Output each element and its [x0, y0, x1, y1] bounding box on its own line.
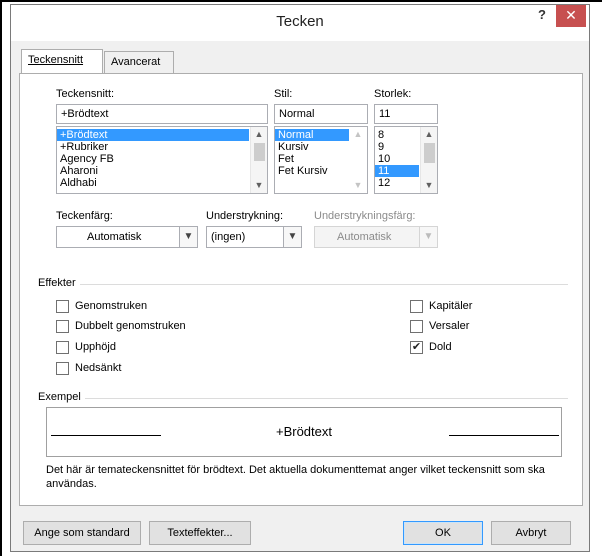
size-label: Storlek: — [374, 88, 412, 100]
underline-label: Understrykning: — [206, 210, 284, 222]
font-list[interactable]: +Brödtext +Rubriker Agency FB Aharoni Al… — [56, 126, 268, 194]
strikethrough-label: Genomstruken — [75, 300, 148, 312]
cancel-button[interactable]: Avbryt — [491, 521, 571, 545]
size-list[interactable]: 8 9 10 11 12 ▲ ▼ — [374, 126, 438, 194]
hidden-checkbox[interactable]: ✔ — [410, 341, 423, 354]
size-list-item[interactable]: 11 — [375, 165, 419, 177]
font-list-item[interactable]: +Rubriker — [57, 141, 267, 153]
preview-divider — [40, 398, 568, 399]
underline-color-select: Automatisk ▼ — [314, 226, 438, 248]
font-input[interactable]: +Brödtext — [56, 104, 268, 124]
preview-box: +Brödtext — [46, 407, 562, 457]
style-label: Stil: — [274, 88, 293, 100]
chevron-down-icon[interactable]: ▼ — [283, 227, 301, 247]
effects-title: Effekter — [38, 277, 80, 289]
size-input[interactable]: 11 — [374, 104, 438, 124]
font-color-value: Automatisk — [87, 231, 142, 243]
help-button[interactable]: ? — [531, 7, 553, 27]
chevron-down-icon[interactable]: ▼ — [179, 227, 197, 247]
tab-advanced-label: Avancerat — [111, 56, 161, 68]
set-default-button[interactable]: Ange som standard — [23, 521, 141, 545]
font-dialog: Tecken ? ✕ Teckensnitt Avancerat Teckens… — [10, 4, 590, 552]
underline-select[interactable]: (ingen) ▼ — [206, 226, 302, 248]
preview-baseline-right — [449, 435, 559, 436]
tab-font[interactable]: Teckensnitt — [21, 49, 103, 73]
font-label: Teckensnitt: — [56, 88, 115, 100]
outer-top-border — [0, 0, 602, 2]
underline-color-label: Understrykningsfärg: — [314, 210, 416, 222]
style-list-scrollbar: ▲ ▼ — [350, 127, 367, 193]
double-strikethrough-label: Dubbelt genomstruken — [75, 320, 186, 332]
style-list-item[interactable]: Normal — [275, 129, 349, 141]
superscript-label: Upphöjd — [75, 341, 116, 353]
scroll-thumb[interactable] — [424, 143, 435, 163]
double-strikethrough-checkbox[interactable] — [56, 320, 69, 333]
scroll-up-icon[interactable]: ▲ — [251, 127, 267, 142]
superscript-checkbox[interactable] — [56, 341, 69, 354]
font-list-item[interactable]: +Brödtext — [57, 129, 249, 141]
ok-button[interactable]: OK — [403, 521, 483, 545]
font-list-item[interactable]: Aldhabi — [57, 177, 267, 189]
style-input[interactable]: Normal — [274, 104, 368, 124]
tab-panel: Teckensnitt: +Brödtext +Brödtext +Rubrik… — [19, 73, 583, 506]
close-button[interactable]: ✕ — [556, 5, 586, 27]
scroll-thumb[interactable] — [254, 143, 265, 161]
scroll-down-icon: ▼ — [353, 180, 363, 190]
underline-value: (ingen) — [211, 231, 246, 243]
checkmark-icon: ✔ — [411, 341, 422, 353]
scroll-up-icon[interactable]: ▲ — [421, 127, 437, 142]
preview-description: Det här är temateckensnittet för brödtex… — [46, 464, 545, 490]
small-caps-checkbox[interactable] — [410, 300, 423, 313]
font-list-item[interactable]: Aharoni — [57, 165, 267, 177]
tab-font-label: Teckensnitt — [28, 54, 84, 66]
title-bar: Tecken ? ✕ — [11, 5, 589, 41]
preview-title: Exempel — [38, 391, 85, 403]
font-list-item[interactable]: Agency FB — [57, 153, 267, 165]
all-caps-checkbox[interactable] — [410, 320, 423, 333]
strikethrough-checkbox[interactable] — [56, 300, 69, 313]
scroll-down-icon[interactable]: ▼ — [251, 178, 267, 193]
subscript-checkbox[interactable] — [56, 362, 69, 375]
all-caps-label: Versaler — [429, 320, 470, 332]
text-effects-button[interactable]: Texteffekter... — [149, 521, 251, 545]
size-list-scrollbar[interactable]: ▲ ▼ — [420, 127, 437, 193]
subscript-label: Nedsänkt — [75, 362, 122, 374]
preview-text: +Brödtext — [275, 424, 332, 439]
underline-color-value: Automatisk — [337, 231, 392, 243]
scroll-down-icon[interactable]: ▼ — [421, 178, 437, 193]
font-color-select[interactable]: Automatisk ▼ — [56, 226, 198, 248]
scroll-up-icon: ▲ — [353, 129, 363, 139]
hidden-label: Dold — [429, 341, 452, 353]
tab-advanced[interactable]: Avancerat — [104, 51, 174, 73]
chevron-down-icon: ▼ — [419, 227, 437, 247]
outer-left-border — [0, 0, 2, 556]
style-list[interactable]: Normal Kursiv Fet Fet Kursiv ▲ ▼ — [274, 126, 368, 194]
small-caps-label: Kapitäler — [429, 300, 473, 312]
dialog-title: Tecken — [276, 13, 324, 30]
font-list-scrollbar[interactable]: ▲ ▼ — [250, 127, 267, 193]
effects-divider — [40, 284, 568, 285]
font-color-label: Teckenfärg: — [56, 210, 113, 222]
